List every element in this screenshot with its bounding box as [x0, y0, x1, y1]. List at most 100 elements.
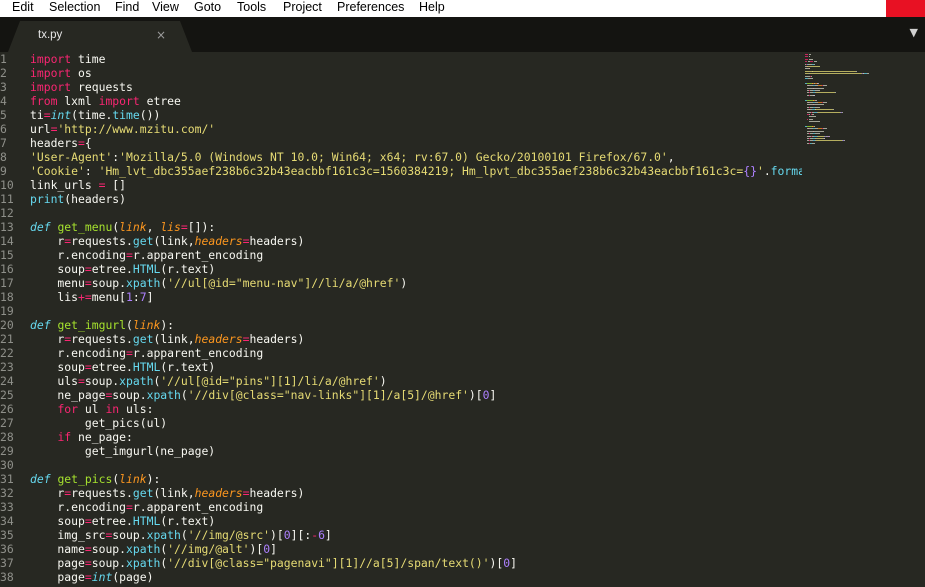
minimap-token — [815, 133, 820, 135]
code-line[interactable]: url='http://www.mzitu.com/' — [30, 122, 215, 136]
code-line[interactable]: get_pics(ul) — [30, 416, 167, 430]
line-number: 33 — [0, 500, 14, 514]
code-line[interactable]: import requests — [30, 80, 133, 94]
code-token: ] — [489, 388, 497, 402]
code-line[interactable]: soup=etree.HTML(r.text) — [30, 262, 215, 276]
code-view[interactable]: import time import os import requests from … — [30, 52, 802, 587]
line-number: 5 — [0, 108, 7, 122]
code-token: menu — [30, 276, 85, 290]
code-line[interactable]: soup=etree.HTML(r.text) — [30, 360, 215, 374]
code-token: int — [50, 108, 72, 122]
line-number: 6 — [0, 122, 7, 136]
code-line[interactable]: page=int(page) — [30, 570, 153, 584]
menu-edit[interactable]: Edit — [12, 0, 34, 17]
minimap-token — [815, 90, 820, 91]
code-line[interactable]: get_imgurl(ne_page) — [30, 444, 215, 458]
menu-tools[interactable]: Tools — [237, 0, 266, 17]
code-line[interactable]: r=requests.get(link,headers=headers) — [30, 486, 304, 500]
code-token: def — [30, 472, 51, 486]
code-line[interactable]: r=requests.get(link,headers=headers) — [30, 234, 304, 248]
code-line[interactable]: name=soup.xpath('//img/@alt')[0] — [30, 542, 277, 556]
code-token: if — [57, 430, 72, 444]
code-token: def — [30, 318, 51, 332]
code-token: page — [30, 570, 85, 584]
code-token: import — [98, 94, 140, 108]
code-line[interactable]: def get_menu(link, lis=[]): — [30, 220, 215, 234]
minimap-token — [813, 87, 824, 89]
code-token: = — [84, 262, 92, 276]
minimap-token — [816, 92, 835, 94]
minimap-token — [822, 128, 827, 130]
menu-preferences[interactable]: Preferences — [337, 0, 404, 17]
code-line[interactable]: img_src=soup.xpath('//img/@src')[0][:-6] — [30, 528, 331, 542]
tab-close-icon[interactable]: × — [156, 28, 166, 42]
code-line[interactable]: r.encoding=r.apparent_encoding — [30, 346, 263, 360]
code-token: , — [667, 150, 675, 164]
minimap-token — [815, 106, 820, 108]
code-line[interactable]: ti=int(time.time()) — [30, 108, 160, 122]
code-token: r.apparent_encoding — [132, 346, 264, 360]
code-line[interactable]: r.encoding=r.apparent_encoding — [30, 248, 263, 262]
code-token: 'User-Agent' — [30, 150, 113, 164]
code-line[interactable]: def get_pics(link): — [30, 472, 160, 486]
code-token: lis — [160, 220, 181, 234]
menu-view[interactable]: View — [152, 0, 179, 17]
code-line[interactable]: lis+=menu[1:7] — [30, 290, 153, 304]
code-line[interactable]: if ne_page: — [30, 430, 133, 444]
minimap-token — [817, 135, 825, 137]
code-line[interactable]: ne_page=soup.xpath('//div[@class="nav-li… — [30, 388, 496, 402]
code-token: ( — [126, 318, 133, 332]
menu-help[interactable]: Help — [419, 0, 445, 17]
code-line[interactable]: from lxml import etree — [30, 94, 181, 108]
line-number: 14 — [0, 234, 14, 248]
code-token: [] — [105, 178, 127, 192]
code-line[interactable]: 'User-Agent':'Mozilla/5.0 (Windows NT 10… — [30, 150, 675, 164]
code-token: , — [146, 220, 161, 234]
code-line[interactable]: link_urls = [] — [30, 178, 126, 192]
code-token: { — [84, 136, 92, 150]
window-close-button[interactable] — [886, 0, 925, 17]
minimap-token — [856, 70, 857, 72]
code-token: )[ — [489, 556, 504, 570]
menu-selection[interactable]: Selection — [49, 0, 100, 17]
menu-find[interactable]: Find — [115, 0, 139, 17]
menu-goto[interactable]: Goto — [194, 0, 221, 17]
code-token: 6 — [318, 528, 325, 542]
code-line[interactable]: import os — [30, 66, 92, 80]
code-line[interactable]: headers={ — [30, 136, 92, 150]
code-line[interactable]: uls=soup.xpath('//ul[@id="pins"][1]/li/a… — [30, 374, 386, 388]
minimap-token — [808, 58, 814, 60]
code-line[interactable]: def get_imgurl(link): — [30, 318, 174, 332]
line-number: 13 — [0, 220, 14, 234]
tab-list-dropdown-icon[interactable]: ▼ — [910, 26, 918, 39]
menu-project[interactable]: Project — [283, 0, 322, 17]
code-token: link — [132, 318, 161, 332]
code-line[interactable]: 'Cookie': 'Hm_lvt_dbc355aef238b6c32b43ea… — [30, 164, 802, 178]
code-token: get — [132, 234, 154, 248]
minimap-token — [813, 61, 817, 63]
code-line[interactable]: menu=soup.xpath('//ul[@id="menu-nav"]//l… — [30, 276, 407, 290]
code-line[interactable]: page=soup.xpath('//div[@class="pagenavi"… — [30, 556, 517, 570]
code-line[interactable]: print(headers) — [30, 192, 126, 206]
editor-area[interactable]: 1 2 3 4 5 6 7 8 9 10 11 12 13 14 15 16 17 18 19 20 21 22 23 24 2… — [0, 52, 925, 587]
code-line[interactable]: r=requests.get(link,headers=headers) — [30, 332, 304, 346]
code-line[interactable]: r.encoding=r.apparent_encoding — [30, 500, 263, 514]
minimap-token — [805, 70, 812, 72]
code-line[interactable]: soup=etree.HTML(r.text) — [30, 514, 215, 528]
code-token: ne_page: — [71, 430, 133, 444]
line-number: 22 — [0, 346, 14, 360]
code-token: int — [91, 570, 113, 584]
code-token: r.encoding — [30, 346, 127, 360]
line-number: 31 — [0, 472, 14, 486]
code-token: 0 — [482, 388, 490, 402]
minimap[interactable] — [803, 52, 925, 587]
code-token: img_src — [30, 528, 106, 542]
minimap-token — [815, 109, 834, 111]
code-token: ): — [146, 472, 161, 486]
minimap-token — [809, 73, 862, 75]
line-number: 4 — [0, 94, 7, 108]
code-line[interactable]: import time — [30, 52, 105, 66]
line-number: 7 — [0, 136, 7, 150]
tab-tx-py[interactable]: tx.py × — [8, 21, 192, 52]
code-line[interactable]: for ul in uls: — [30, 402, 153, 416]
